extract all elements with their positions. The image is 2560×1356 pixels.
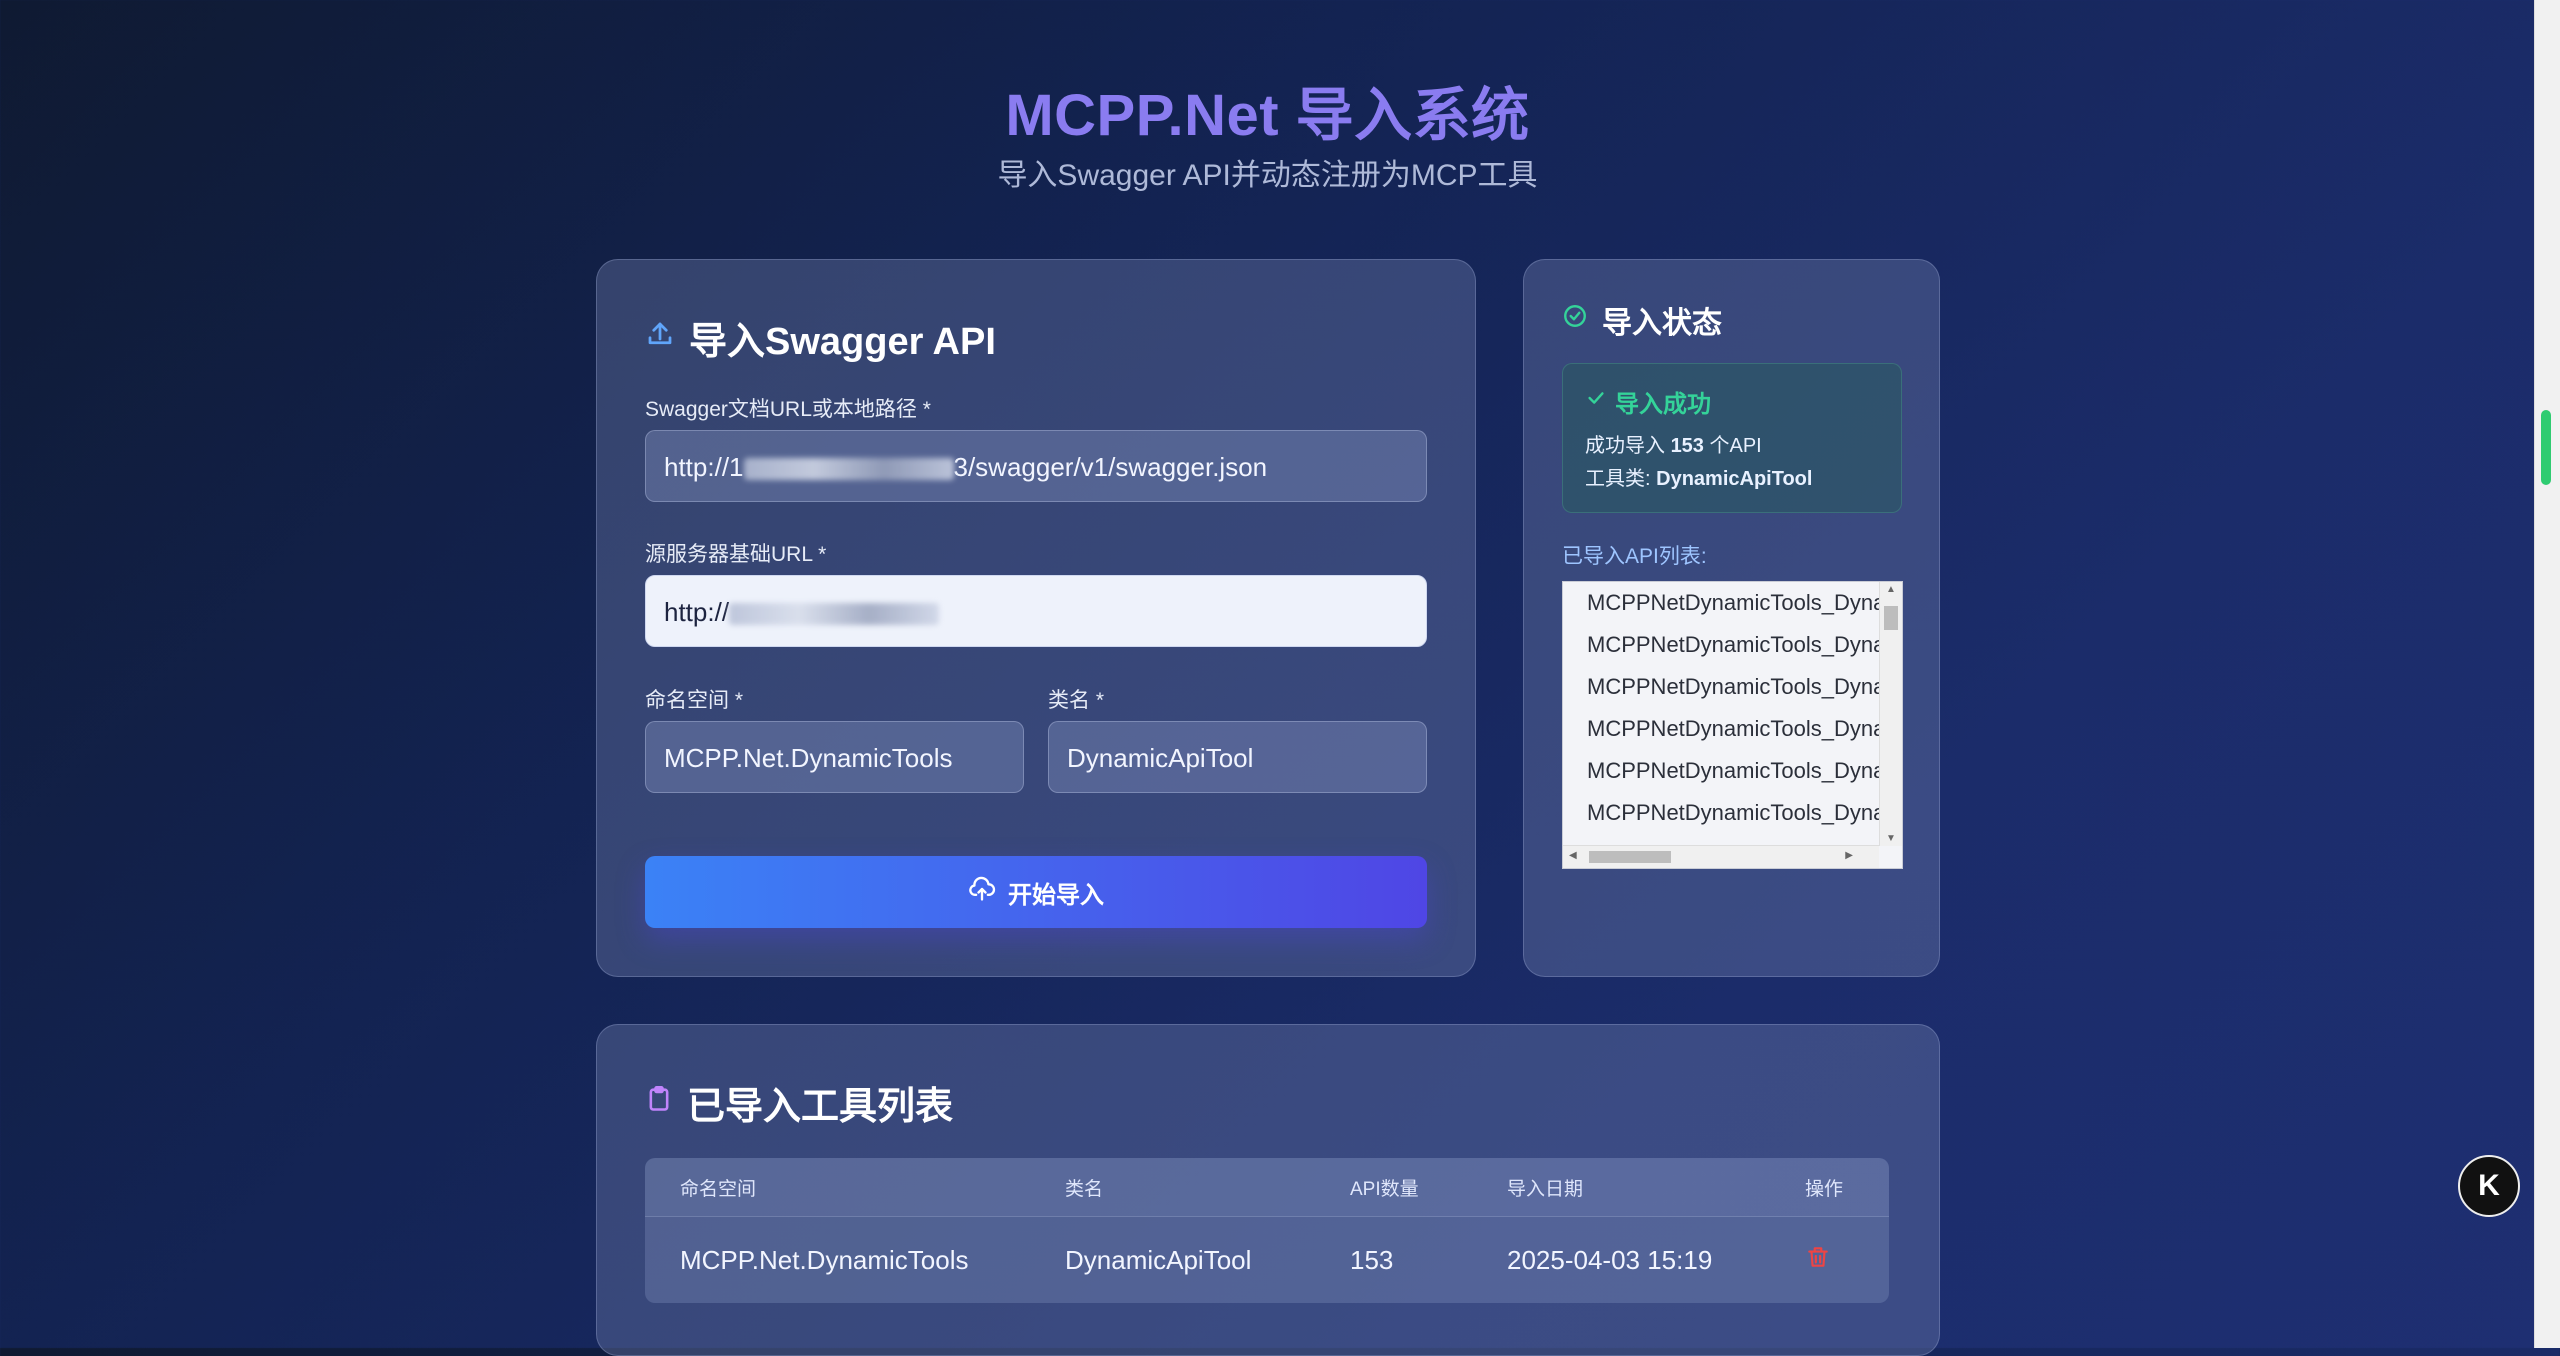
success-count-prefix: 成功导入 — [1585, 435, 1665, 457]
classname-input[interactable]: DynamicApiTool — [1048, 721, 1427, 793]
swagger-url-input[interactable]: http://1 3/swagger/v1/swagger.json — [645, 430, 1427, 502]
delete-button[interactable] — [1805, 1217, 1831, 1303]
tools-card-title: 已导入工具列表 — [645, 1075, 953, 1130]
scroll-down-icon[interactable]: ▼ — [1886, 833, 1896, 844]
scroll-up-icon[interactable]: ▲ — [1886, 584, 1896, 595]
imported-tools-card: 已导入工具列表 命名空间 类名 API数量 导入日期 操作 MCPP.Net.D… — [596, 1024, 1940, 1356]
namespace-input[interactable]: MCPP.Net.DynamicTools — [645, 721, 1024, 793]
api-list-vertical-scrollbar[interactable]: ▲ ▼ — [1879, 582, 1902, 846]
list-item[interactable]: MCPPNetDynamicTools_Dyna — [1563, 582, 1879, 624]
success-count-suffix: 个API — [1709, 435, 1762, 457]
column-header-api-count: API数量 — [1350, 1178, 1419, 1200]
base-url-label: 源服务器基础URL * — [645, 543, 827, 566]
start-import-label: 开始导入 — [1008, 881, 1104, 909]
k-logo-icon[interactable]: K — [2458, 1155, 2520, 1217]
tools-card-title-text: 已导入工具列表 — [687, 1086, 954, 1128]
swagger-url-suffix: 3/swagger/v1/swagger.json — [953, 452, 1268, 482]
start-import-button[interactable]: 开始导入 — [645, 856, 1427, 928]
app-page: MCPP.Net 导入系统 导入Swagger API并动态注册为MCP工具 导… — [0, 0, 2535, 1356]
namespace-label: 命名空间 * — [645, 689, 744, 712]
success-count-line: 成功导入 153 个API — [1585, 429, 1879, 458]
column-header-classname: 类名 — [1065, 1178, 1104, 1200]
scroll-left-icon[interactable]: ◀ — [1569, 850, 1577, 861]
cell-classname: DynamicApiTool — [1065, 1244, 1252, 1275]
import-card-title: 导入Swagger API — [645, 310, 996, 365]
clipboard-icon — [645, 1081, 673, 1124]
cell-namespace: MCPP.Net.DynamicTools — [680, 1244, 969, 1275]
upload-icon — [645, 316, 675, 359]
status-card-title: 导入状态 — [1562, 298, 1722, 342]
column-header-actions: 操作 — [1805, 1178, 1844, 1200]
page-scrollbar[interactable] — [2534, 0, 2560, 1348]
list-item[interactable]: MCPPNetDynamicTools_Dyna — [1563, 750, 1879, 792]
tool-class-value: DynamicApiTool — [1656, 468, 1813, 490]
tools-table: 命名空间 类名 API数量 导入日期 操作 MCPP.Net.DynamicTo… — [645, 1158, 1889, 1303]
cloud-upload-icon — [968, 875, 996, 910]
list-item[interactable]: MCPPNetDynamicTools_Dyna — [1563, 666, 1879, 708]
swagger-url-prefix: http://1 — [664, 452, 744, 482]
cell-api-count: 153 — [1350, 1244, 1394, 1275]
redacted-text — [729, 603, 940, 626]
api-list-items: MCPPNetDynamicTools_Dyna MCPPNetDynamicT… — [1563, 582, 1879, 846]
list-item[interactable]: MCPPNetDynamicTools_Dyna — [1563, 792, 1879, 834]
page-title: MCPP.Net 导入系统 — [1005, 83, 1530, 148]
check-icon — [1585, 387, 1607, 416]
tool-class-prefix: 工具类: — [1585, 468, 1651, 490]
swagger-url-label: Swagger文档URL或本地路径 * — [645, 398, 931, 421]
success-alert: 导入成功 成功导入 153 个API 工具类: DynamicApiTool — [1562, 363, 1902, 513]
success-title: 导入成功 — [1615, 391, 1711, 418]
scroll-right-icon[interactable]: ▶ — [1845, 850, 1853, 861]
page-subtitle: 导入Swagger API并动态注册为MCP工具 — [997, 159, 1538, 192]
import-card-title-text: 导入Swagger API — [689, 321, 996, 363]
status-card: 导入状态 导入成功 成功导入 153 个API 工具类: DynamicApiT… — [1523, 259, 1940, 977]
api-list[interactable]: MCPPNetDynamicTools_Dyna MCPPNetDynamicT… — [1562, 581, 1903, 869]
list-item[interactable]: MCPPNetDynamicTools_Dyna — [1563, 624, 1879, 666]
column-header-date: 导入日期 — [1507, 1178, 1584, 1200]
base-url-prefix: http:// — [664, 597, 730, 627]
check-circle-icon — [1562, 303, 1588, 337]
cell-date: 2025-04-03 15:19 — [1507, 1244, 1713, 1275]
trash-icon[interactable] — [1805, 1244, 1831, 1277]
list-item[interactable]: MCPPNetDynamicTools_Dyna — [1563, 708, 1879, 750]
status-card-title-text: 导入状态 — [1602, 307, 1722, 340]
classname-label: 类名 * — [1048, 689, 1105, 712]
table-header: 命名空间 类名 API数量 导入日期 操作 — [645, 1158, 1889, 1216]
page-scroll-thumb[interactable] — [2541, 410, 2551, 485]
base-url-input[interactable]: http:// — [645, 575, 1427, 647]
import-card: 导入Swagger API Swagger文档URL或本地路径 * http:/… — [596, 259, 1476, 977]
scroll-thumb[interactable] — [1589, 851, 1671, 863]
success-count: 153 — [1670, 435, 1704, 457]
scroll-thumb[interactable] — [1884, 606, 1898, 630]
success-heading: 导入成功 — [1585, 384, 1879, 419]
api-list-label: 已导入API列表: — [1562, 545, 1707, 568]
api-list-horizontal-scrollbar[interactable]: ◀ ▶ — [1563, 845, 1879, 868]
redacted-text — [743, 458, 954, 481]
column-header-namespace: 命名空间 — [680, 1178, 757, 1200]
tool-class-line: 工具类: DynamicApiTool — [1585, 462, 1879, 491]
table-row: MCPP.Net.DynamicTools DynamicApiTool 153… — [645, 1216, 1889, 1303]
